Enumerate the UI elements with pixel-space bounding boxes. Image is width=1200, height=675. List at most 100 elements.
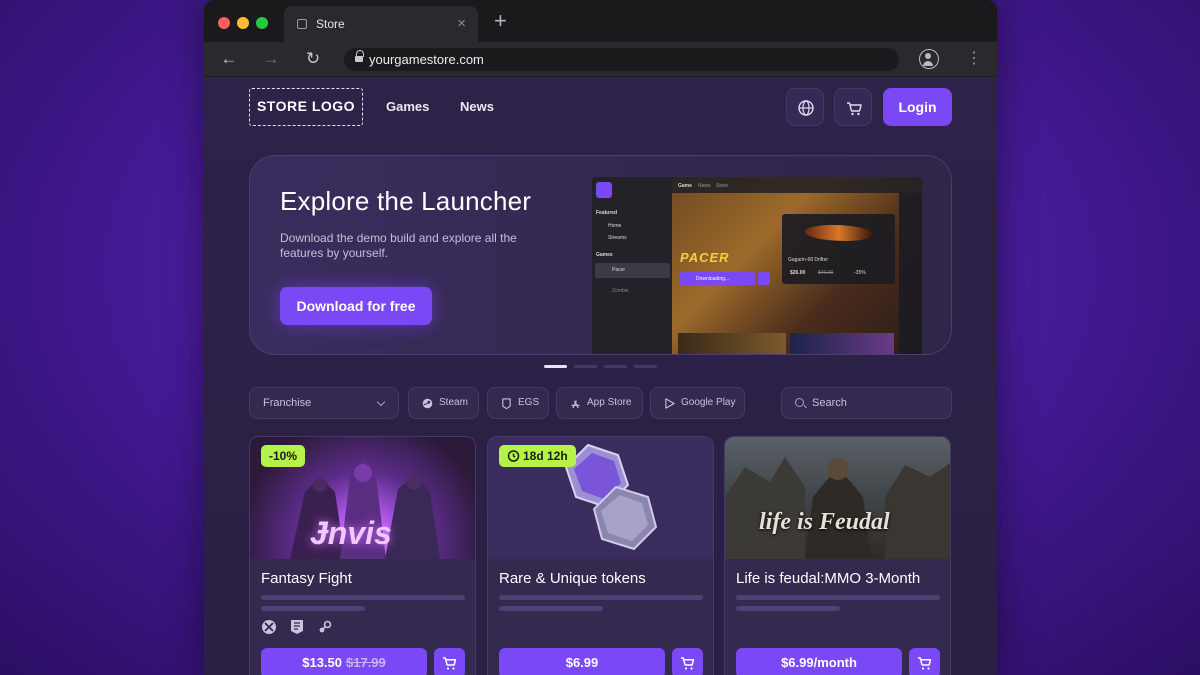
address-toolbar: ← → ↻ yourgamestore.com ⋮ <box>204 42 997 77</box>
chevron-down-icon <box>376 397 386 407</box>
timer-badge: 18d 12h <box>499 445 576 467</box>
launcher-card-old-price: $40.00 <box>818 270 834 276</box>
filter-chip-steam[interactable]: Steam <box>408 387 479 419</box>
close-tab-icon[interactable]: × <box>457 14 466 34</box>
chip-label: Google Play <box>681 397 736 408</box>
product-card-life-is-feudal[interactable]: life is Feudal Life is feudal:MMO 3-Mont… <box>724 436 951 675</box>
launcher-item-streams: Streams <box>608 235 627 241</box>
back-icon[interactable]: ← <box>218 48 240 70</box>
close-window-button[interactable] <box>218 17 230 29</box>
launcher-screenshot: Featured Home Streams Games Pacer Zombie… <box>592 177 922 354</box>
launcher-thumbnail <box>678 333 786 354</box>
reload-icon[interactable]: ↻ <box>302 48 324 70</box>
franchise-dropdown[interactable]: Franchise <box>249 387 399 419</box>
globe-icon <box>798 100 814 116</box>
product-card-fantasy-fight[interactable]: Ɉnvis -10% Fantasy Fight $13.50 $17.99 <box>249 436 476 675</box>
hero-title: Explore the Launcher <box>280 186 532 216</box>
carousel-dot-active[interactable] <box>544 365 567 368</box>
product-title: Life is feudal:MMO 3-Month <box>736 570 921 587</box>
search-placeholder: Search <box>812 397 847 409</box>
launcher-card-discount: -35% <box>854 270 866 276</box>
buy-button[interactable]: $6.99 <box>499 648 665 675</box>
game-logo-art: Ɉnvis <box>310 515 392 551</box>
launcher-featured-heading: Featured <box>596 210 618 216</box>
new-tab-icon[interactable]: + <box>494 9 507 33</box>
maximize-window-button[interactable] <box>256 17 268 29</box>
product-card-tokens[interactable]: 18d 12h Rare & Unique tokens $6.99 <box>487 436 714 675</box>
launcher-tab-game: Game <box>678 183 692 189</box>
url-text: yourgamestore.com <box>369 52 484 67</box>
tab-title: Store <box>316 17 345 31</box>
franchise-label: Franchise <box>263 397 312 409</box>
price: $6.99 <box>565 655 599 670</box>
launcher-thumbnail <box>790 333 894 354</box>
launcher-item-home: Home <box>608 223 622 229</box>
description-placeholder <box>499 606 603 611</box>
cart-icon <box>918 657 932 670</box>
alarm-clock-icon <box>507 450 520 462</box>
old-price: $17.99 <box>346 655 386 670</box>
xbox-icon <box>262 620 276 634</box>
browser-tab[interactable]: Store × <box>284 6 478 42</box>
lock-icon <box>355 50 364 63</box>
forward-icon[interactable]: → <box>260 48 282 70</box>
carousel-dot[interactable] <box>634 365 657 368</box>
launcher-card-price: $26.00 <box>790 270 806 276</box>
chip-label: EGS <box>518 397 540 408</box>
description-placeholder <box>736 606 840 611</box>
price: $6.99/month <box>781 655 857 670</box>
app-store-icon <box>571 400 580 409</box>
launcher-game-zombie: Zombie <box>612 288 629 294</box>
steam-icon <box>319 620 332 633</box>
add-to-cart-button[interactable] <box>909 648 940 675</box>
launcher-game-pacer: Pacer <box>612 267 626 273</box>
nav-news-link[interactable]: News <box>460 99 494 114</box>
launcher-games-heading: Games <box>596 252 613 258</box>
launcher-right-rail <box>899 193 922 354</box>
timer-text: 18d 12h <box>523 449 568 463</box>
tab-bar: Store × + <box>204 0 997 42</box>
product-image: Ɉnvis -10% <box>250 437 475 559</box>
launcher-card-title: Gagarin-68 Drifter <box>788 257 829 263</box>
product-title: Rare & Unique tokens <box>499 570 646 587</box>
epic-icon <box>291 620 303 634</box>
description-placeholder <box>261 595 465 600</box>
language-button[interactable] <box>786 88 824 126</box>
menu-icon[interactable]: ⋮ <box>966 48 982 70</box>
launcher-more-icon <box>758 272 770 285</box>
carousel-dot[interactable] <box>574 365 597 368</box>
add-to-cart-button[interactable] <box>434 648 465 675</box>
cart-button[interactable] <box>834 88 872 126</box>
cart-icon <box>681 657 695 670</box>
minimize-window-button[interactable] <box>237 17 249 29</box>
search-input[interactable]: Search <box>781 387 952 419</box>
add-to-cart-button[interactable] <box>672 648 703 675</box>
filter-chip-egs[interactable]: EGS <box>487 387 549 419</box>
cart-icon <box>847 102 862 116</box>
steam-icon <box>422 398 433 409</box>
description-placeholder <box>736 595 940 600</box>
download-button[interactable]: Download for free <box>280 287 432 325</box>
buy-button[interactable]: $13.50 $17.99 <box>261 648 427 675</box>
epic-icon <box>502 398 511 409</box>
launcher-game-logo: PACER <box>680 250 730 265</box>
store-page: STORE LOGO Games News Login Explore the … <box>204 77 997 675</box>
filter-chip-google-play[interactable]: Google Play <box>650 387 745 419</box>
filter-chip-app-store[interactable]: App Store <box>556 387 643 419</box>
launcher-tab-news: News <box>698 183 711 189</box>
launcher-tab-store: Store <box>716 183 728 189</box>
launcher-download-label: Downloading... <box>696 276 730 282</box>
discount-badge: -10% <box>261 445 306 467</box>
store-logo[interactable]: STORE LOGO <box>249 88 363 126</box>
buy-button[interactable]: $6.99/month <box>736 648 902 675</box>
hero-banner: Explore the Launcher Download the demo b… <box>249 155 952 355</box>
login-button[interactable]: Login <box>883 88 952 126</box>
address-bar[interactable]: yourgamestore.com <box>344 48 899 71</box>
profile-icon[interactable] <box>919 49 939 69</box>
browser-window: Store × + ← → ↻ yourgamestore.com ⋮ STOR… <box>204 0 997 675</box>
product-image: life is Feudal <box>725 437 950 559</box>
cart-icon <box>443 657 457 670</box>
carousel-dot[interactable] <box>604 365 627 368</box>
nav-games-link[interactable]: Games <box>386 99 429 114</box>
launcher-game-pacer-row <box>595 263 670 278</box>
